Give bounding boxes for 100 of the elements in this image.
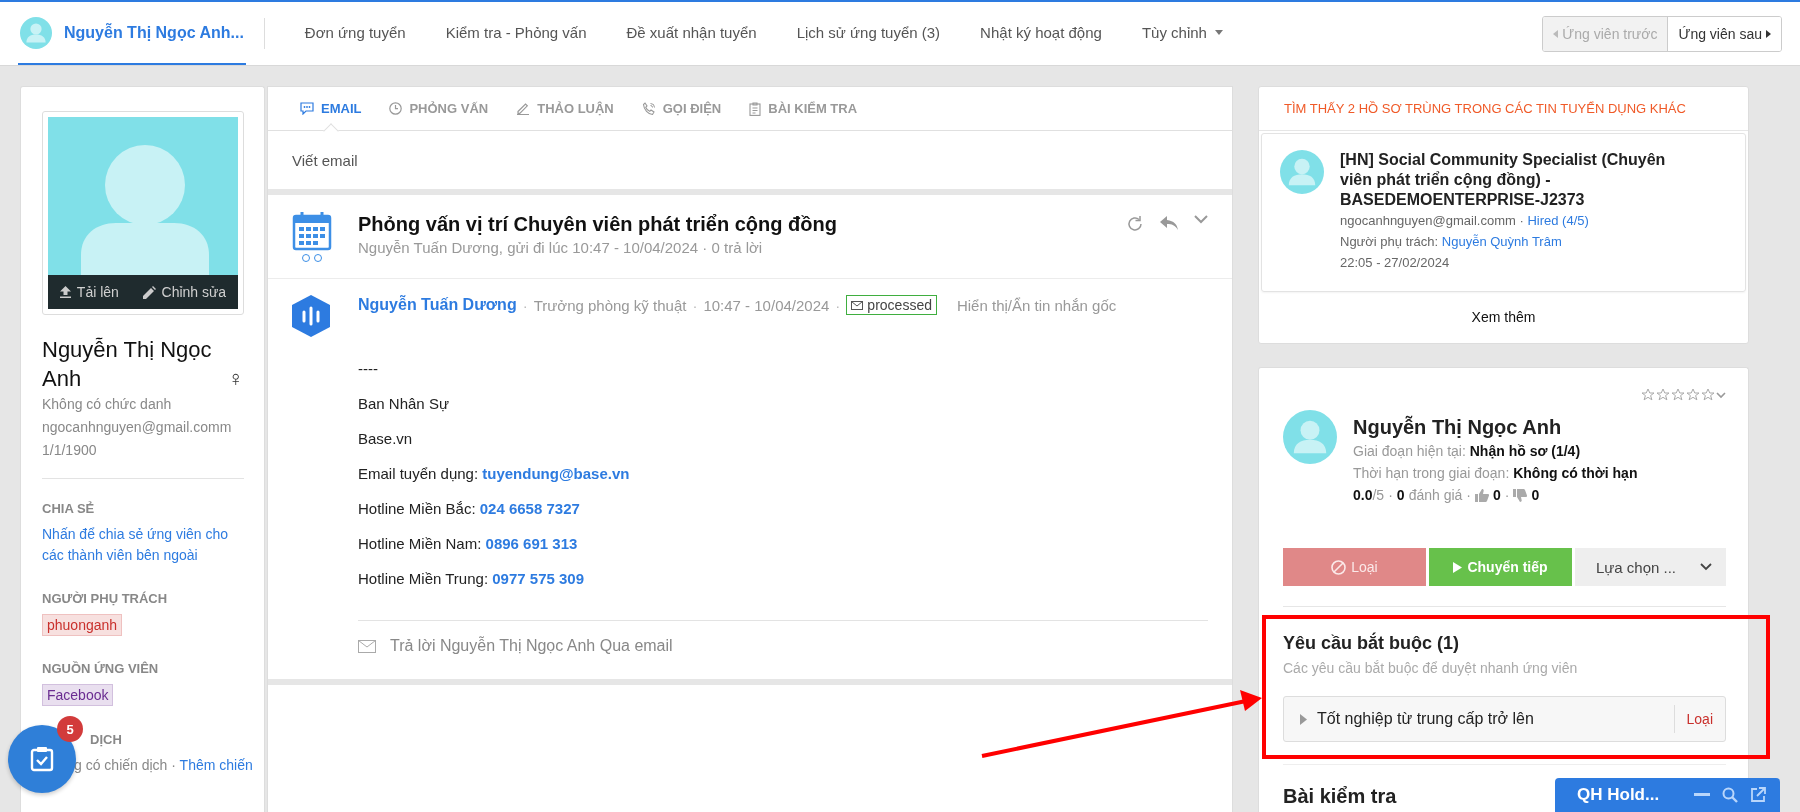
calendar-icon [292,211,332,263]
contact-link[interactable]: 0896 691 313 [485,535,578,552]
owner-link[interactable]: Nguyễn Quỳnh Trâm [1441,234,1562,249]
job-title: Không có chức danh [42,395,173,414]
review-label: đánh giá [1408,486,1463,505]
search-button[interactable] [1722,787,1738,803]
reject-link[interactable]: Loại [1673,705,1725,733]
owner-label: Người phụ trách: [1340,234,1439,249]
next-candidate-button[interactable]: Ứng viên sau [1667,16,1781,51]
score-value: 0.0 [1353,486,1373,505]
advance-button[interactable]: Chuyển tiếp [1429,548,1572,586]
nav-tab[interactable]: Nhật ký hoạt động [960,2,1122,65]
activity-tab[interactable]: GỌI ĐIỆN [637,87,726,130]
star-icon [1671,388,1685,402]
options-dropdown[interactable]: Lựa chọn ... [1575,548,1726,586]
thumbs-up-icon [1475,488,1489,502]
contact-link[interactable]: 024 6658 7327 [479,500,580,517]
separator-dot: · [1466,486,1471,505]
nav-tab[interactable]: Đơn ứng tuyển [284,2,426,65]
caret-down-icon [1214,30,1223,35]
separator-dot: · [1388,486,1393,505]
contact-link[interactable]: tuyendung@base.vn [482,465,630,482]
see-more-button[interactable]: Xem thêm [1259,292,1748,343]
reply-icon [1160,215,1178,231]
nav-tab[interactable]: Kiểm tra - Phỏng vấn [425,2,607,65]
contact-link[interactable]: 0977 575 309 [492,570,584,587]
clipboard-check-icon [30,746,54,772]
separator-dot: · [692,296,698,314]
clipboard-icon [749,101,762,116]
reply-button[interactable] [1160,215,1178,231]
separator-dot: · [1504,486,1510,505]
tag: Facebook [42,684,114,706]
separator-dot: · [835,296,841,314]
separator-dot: · [522,296,528,314]
chat-title[interactable]: QH Hold... [1577,785,1682,805]
section-subtitle: Các yêu cầu bắt buộc để duyệt nhanh ứng viên [1283,660,1579,676]
hexagon-logo-icon [292,295,330,337]
tag: phuonganh [42,614,123,636]
chevron-down-icon [1700,563,1712,571]
date-text: 22:05 - 27/02/2024 [1340,254,1451,272]
star-rating[interactable] [1641,388,1715,402]
birthday-text: 1/1/1900 [42,441,98,460]
stage-text: Giai đoạn hiện tại: Nhận hồ sơ (1/4) [1353,442,1582,461]
activity-tab[interactable]: PHỎNG VẤN [385,87,493,130]
avatar-icon [1280,150,1324,194]
body-text: Ban Nhân Sự [358,395,449,412]
activity-tab[interactable]: BÀI KIỂM TRA [745,87,862,130]
body-text: Base.vn [358,430,413,447]
caret-left-icon [1553,29,1559,38]
open-external-button[interactable] [1750,787,1766,803]
external-link-icon [1750,787,1766,803]
body-text: Hotline Miền Nam: [358,535,482,552]
minimize-button[interactable] [1694,793,1710,797]
separator-dot: · [1519,213,1524,228]
refresh-button[interactable] [1126,215,1144,233]
section-heading: CHIA SẺ [42,501,96,516]
thread-meta: Nguyễn Tuấn Dương, gửi đi lúc 10:47 - 10/04/2024 · 0 trả lời [358,239,764,256]
job-title-link[interactable]: [HN] Social Community Specialist (Chuyên viên phát triển cộng đồng) - BASEDEMOENTERPRISE-J2373 [1340,150,1670,210]
activity-tab[interactable]: THẢO LUẬN [512,87,618,130]
menu-tab[interactable]: Tùy chỉnh [1121,2,1243,65]
chevron-down-icon [1194,215,1208,224]
nav-tab[interactable]: Lịch sử ứng tuyển (3) [776,2,961,65]
pencil-icon [516,102,531,115]
reject-button[interactable]: Loại [1283,548,1426,586]
search-icon [1722,787,1738,803]
stage-link[interactable]: Hired (4/5) [1527,213,1589,228]
add-campaign-link[interactable]: Thêm chiến [179,757,253,773]
minimize-icon [1694,793,1710,797]
mail-icon [851,300,864,310]
thread-title: Phỏng vấn vị trí Chuyên viên phát triển cộng đồng [358,212,837,237]
caret-right-icon [1766,29,1771,38]
duplicate-warning: TÌM THẤY 2 HỒ SƠ TRÙNG TRONG CÁC TIN TUYỂN DỤNG KHÁC [1284,101,1686,116]
sender-link[interactable]: Nguyễn Tuấn Dương [358,296,517,314]
email-text: ngocanhnguyen@gmail.comm [1340,213,1516,228]
refresh-icon [1126,215,1144,233]
status-badge: processed [846,295,937,315]
thumbs-down-icon [1513,488,1528,502]
toggle-original-link[interactable]: Hiển thị/Ẩn tin nhắn gốc [956,296,1117,314]
edit-button[interactable]: Chỉnh sửa [142,284,227,300]
body-text: ---- [358,360,378,377]
candidate-tab[interactable]: Nguyễn Thị Ngọc Anh... [18,2,246,65]
requirement-item[interactable]: Tốt nghiệp từ trung cấp trở lên [1284,697,1674,741]
ban-icon [1331,559,1347,575]
nav-tab[interactable]: Đề xuất nhận tuyển [606,2,777,65]
score-max: /5 [1372,486,1385,505]
candidate-name: Nguyễn Thị Ngọc Anh [1353,414,1563,440]
upload-button[interactable]: Tải lên [59,284,119,300]
sender-role: Trưởng phòng kỹ thuật [533,296,687,314]
share-link[interactable]: Nhấn để chia sẻ ứng viên cho các thành viên bên ngoài [42,524,244,566]
section-heading: DỊCH [90,732,122,747]
phone-icon [641,101,656,116]
reply-email-button[interactable]: Trả lời Nguyễn Thị Ngọc Anh Qua email [390,637,673,655]
star-icon [1641,388,1655,402]
compose-field[interactable]: Viết email [292,147,892,173]
body-text: Email tuyển dụng: [358,465,479,482]
section-heading: NGUỒN ỨNG VIÊN [42,661,160,676]
avatar-icon [1283,410,1337,464]
upload-icon [59,286,71,298]
email-text: ngocanhnguyen@gmail.comm [42,418,233,437]
expand-button[interactable] [1194,215,1208,224]
